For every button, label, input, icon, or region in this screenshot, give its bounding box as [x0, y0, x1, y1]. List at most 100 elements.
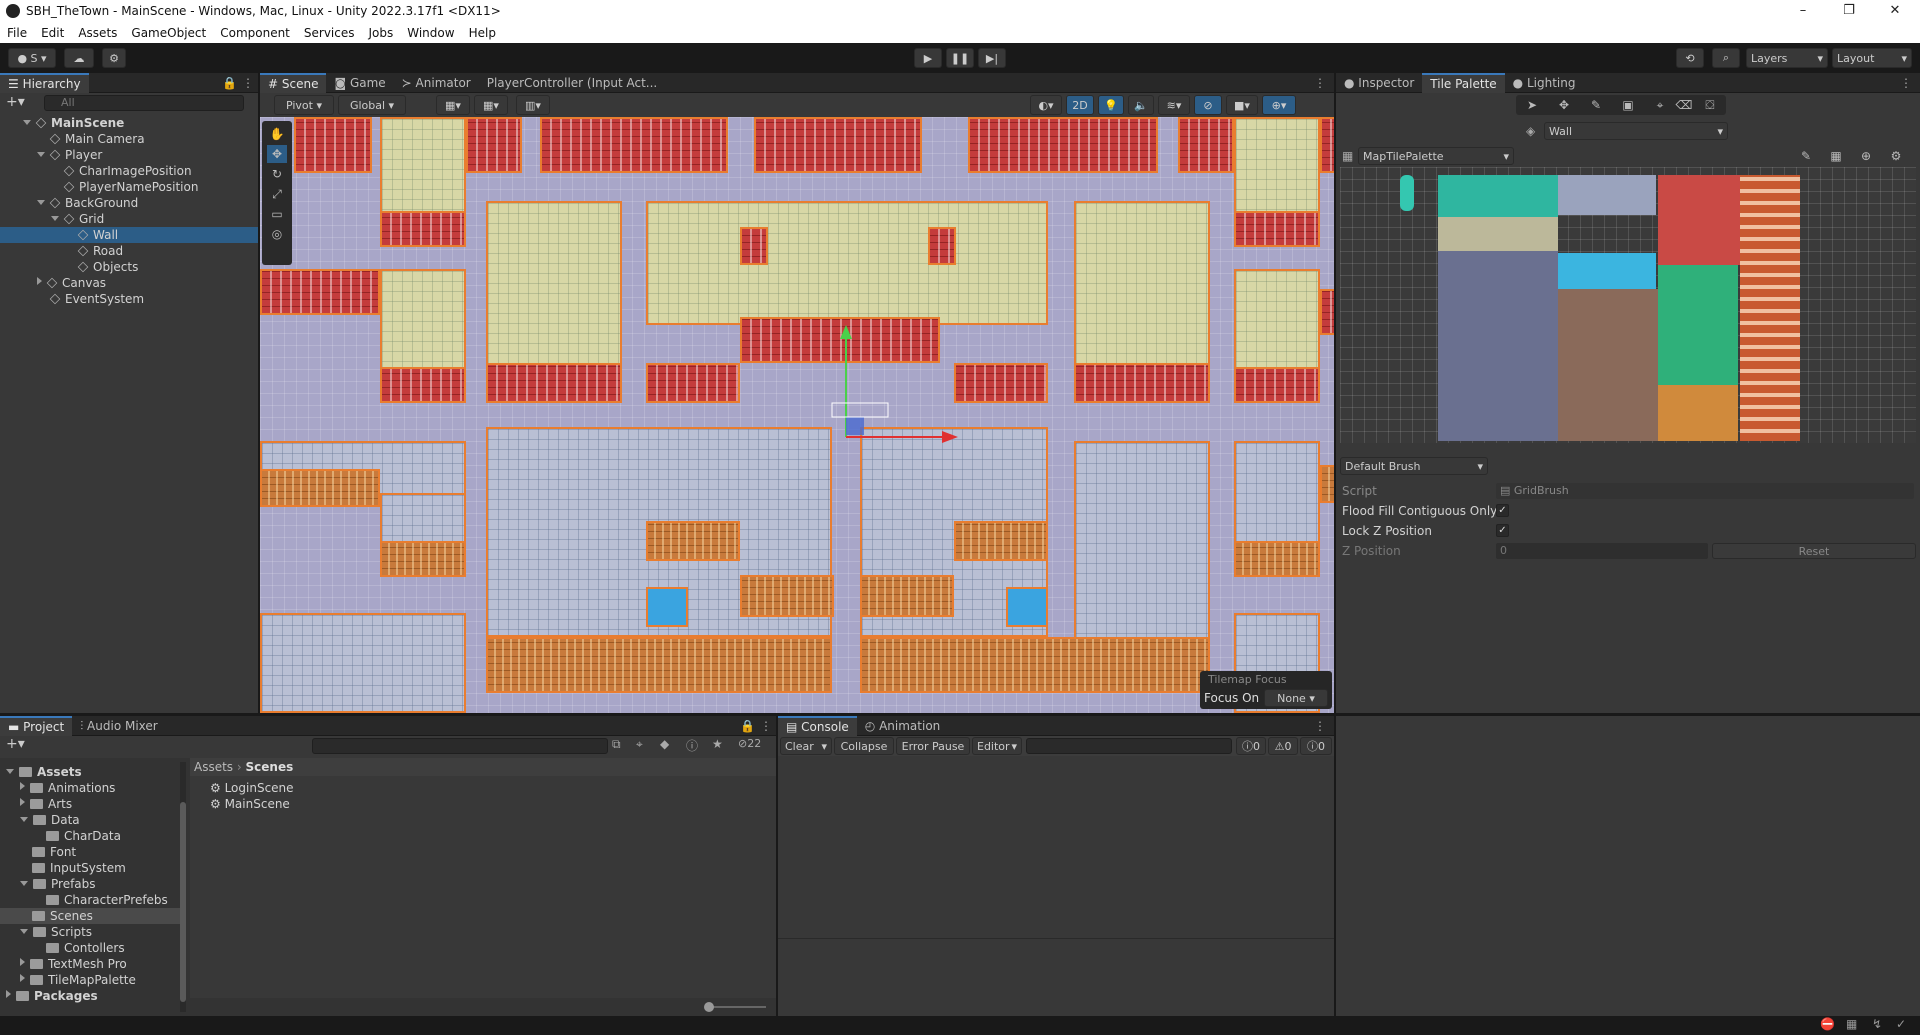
foldout-arrow-icon[interactable]	[20, 929, 28, 934]
lock-z-checkbox[interactable]: ✓	[1496, 524, 1509, 537]
folder-item[interactable]: Packages	[0, 988, 180, 1004]
account-button[interactable]: ● S ▾	[8, 48, 56, 68]
foldout-arrow-icon[interactable]	[20, 782, 25, 790]
camera-button[interactable]: ■▾	[1226, 95, 1258, 115]
folder-item[interactable]: Scripts	[0, 924, 180, 940]
tab-tile-palette[interactable]: Tile Palette	[1422, 72, 1505, 93]
menu-help[interactable]: Help	[462, 26, 503, 40]
hierarchy-item[interactable]: BackGround	[0, 195, 258, 211]
kebab-menu-icon[interactable]: ⋮	[760, 719, 772, 733]
tab-console[interactable]: ▤ Console	[778, 715, 857, 736]
cloud-button[interactable]: ☁	[64, 48, 94, 68]
foldout-arrow-icon[interactable]	[20, 958, 25, 966]
layers-dropdown[interactable]: Layers ▾	[1746, 48, 1828, 68]
menu-assets[interactable]: Assets	[71, 26, 124, 40]
transform-tool-icon[interactable]: ◎	[267, 225, 287, 243]
grid-visibility-button[interactable]: ▦▾	[474, 95, 508, 115]
create-button[interactable]: +▾	[6, 736, 25, 752]
folder-item[interactable]: TextMesh Pro	[0, 956, 180, 972]
palette-settings-icon[interactable]: ⚙	[1886, 147, 1906, 165]
search-button[interactable]: ⌕	[1712, 48, 1740, 68]
hand-tool-icon[interactable]: ✋	[267, 125, 287, 143]
menu-jobs[interactable]: Jobs	[362, 26, 401, 40]
hidden-packages-toggle[interactable]: ⊘22	[738, 737, 761, 750]
folder-item[interactable]: CharData	[0, 828, 180, 844]
rotate-tool-icon[interactable]: ↻	[267, 165, 287, 183]
foldout-arrow-icon[interactable]	[6, 990, 11, 998]
increment-snap-button[interactable]: ▥▾	[516, 95, 550, 115]
foldout-arrow-icon[interactable]	[37, 277, 42, 285]
info-icon[interactable]: ⓘ	[686, 737, 698, 754]
kebab-menu-icon[interactable]: ⋮	[242, 76, 254, 90]
tab-audio-mixer[interactable]: ⫶ Audio Mixer	[72, 716, 166, 736]
history-button[interactable]: ⟲	[1676, 48, 1704, 68]
effects-button[interactable]: ≋▾	[1158, 95, 1190, 115]
foldout-arrow-icon[interactable]	[51, 216, 59, 221]
kebab-menu-icon[interactable]: ⋮	[1314, 76, 1326, 90]
hierarchy-item[interactable]: EventSystem	[0, 291, 258, 307]
folder-item[interactable]: Scenes	[0, 908, 180, 924]
collapse-toggle[interactable]: Collapse	[834, 737, 894, 755]
menu-services[interactable]: Services	[297, 26, 362, 40]
zoom-slider-handle[interactable]	[704, 1002, 714, 1012]
folder-item[interactable]: TileMapPalette	[0, 972, 180, 988]
filter-by-label-icon[interactable]: ⌖	[636, 737, 643, 752]
tab-lighting[interactable]: ● Lighting	[1505, 73, 1584, 93]
foldout-arrow-icon[interactable]	[20, 974, 25, 982]
tab-project[interactable]: ▬ Project	[0, 715, 73, 736]
folder-item[interactable]: Data	[0, 812, 180, 828]
error-filter-toggle[interactable]: ⓘ 0	[1300, 737, 1332, 755]
pause-button[interactable]: ❚❚	[946, 48, 974, 68]
add-button[interactable]: +▾	[6, 94, 25, 110]
zoom-slider[interactable]	[710, 1006, 766, 1008]
warning-filter-toggle[interactable]: ⚠ 0	[1268, 737, 1298, 755]
brush-dropdown[interactable]: Default Brush ▾	[1340, 457, 1488, 475]
menu-gameobject[interactable]: GameObject	[124, 26, 213, 40]
hierarchy-item[interactable]: Road	[0, 243, 258, 259]
scene-view[interactable]: ✋ ✥ ↻ ⤢ ▭ ◎ Tilemap Focus Focus On None …	[260, 117, 1334, 713]
menu-window[interactable]: Window	[400, 26, 461, 40]
favorite-icon[interactable]: ★	[712, 737, 723, 751]
layout-dropdown[interactable]: Layout ▾	[1832, 48, 1912, 68]
reset-button[interactable]: Reset	[1712, 543, 1916, 559]
tag-icon[interactable]: ◆	[660, 737, 669, 751]
hierarchy-item[interactable]: Grid	[0, 211, 258, 227]
log-filter-toggle[interactable]: ⓘ 0	[1236, 737, 1266, 755]
gizmo-toggle-icon[interactable]: ⊕	[1856, 147, 1876, 165]
select-tool-icon[interactable]: ➤	[1522, 96, 1542, 114]
kebab-menu-icon[interactable]: ⋮	[1314, 719, 1326, 733]
move-gizmo-icon[interactable]	[820, 317, 960, 457]
console-search-input[interactable]	[1026, 738, 1232, 754]
clear-button[interactable]: Clear ▾	[780, 737, 832, 755]
menu-component[interactable]: Component	[213, 26, 297, 40]
tab-playercontroller[interactable]: PlayerController (Input Act...	[479, 73, 666, 93]
folder-item[interactable]: Arts	[0, 796, 180, 812]
foldout-arrow-icon[interactable]	[23, 120, 31, 125]
progress-icon[interactable]: ↯	[1872, 1017, 1882, 1031]
eraser-tool-icon[interactable]: ⌫	[1674, 96, 1694, 114]
foldout-arrow-icon[interactable]	[20, 881, 28, 886]
editor-dropdown[interactable]: Editor ▾	[972, 737, 1022, 755]
folder-item[interactable]: InputSystem	[0, 860, 180, 876]
check-icon[interactable]: ✓	[1896, 1017, 1906, 1031]
breadcrumb-assets[interactable]: Assets	[194, 760, 233, 774]
minimize-button[interactable]: –	[1780, 0, 1826, 22]
hierarchy-item[interactable]: Player	[0, 147, 258, 163]
tab-hierarchy[interactable]: ☰ Hierarchy	[0, 72, 89, 93]
hidden-objects-toggle[interactable]: ⊘	[1194, 95, 1222, 115]
hierarchy-item[interactable]: CharImagePosition	[0, 163, 258, 179]
folder-item[interactable]: Animations	[0, 780, 180, 796]
scrollbar[interactable]	[180, 762, 186, 1012]
folder-item[interactable]: Prefabs	[0, 876, 180, 892]
flood-fill-checkbox[interactable]: ✓	[1496, 504, 1509, 517]
play-button[interactable]: ▶	[914, 48, 942, 68]
menu-file[interactable]: File	[0, 26, 34, 40]
menu-edit[interactable]: Edit	[34, 26, 71, 40]
foldout-arrow-icon[interactable]	[20, 798, 25, 806]
box-fill-tool-icon[interactable]: ▣	[1618, 96, 1638, 114]
error-pause-toggle[interactable]: Error Pause	[896, 737, 970, 755]
hierarchy-search-input[interactable]: All	[44, 95, 244, 111]
tile-palette-grid[interactable]	[1340, 167, 1916, 443]
active-tilemap-dropdown[interactable]: Wall ▾	[1544, 122, 1728, 140]
gizmos-button[interactable]: ⊕▾	[1262, 95, 1296, 115]
